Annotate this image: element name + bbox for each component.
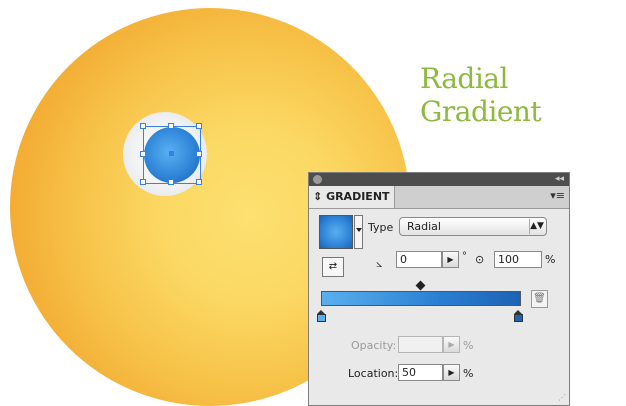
handle-right[interactable] [196, 151, 202, 157]
type-select-value: Radial [407, 220, 441, 233]
angle-icon: ⦣ [376, 257, 383, 270]
resize-grip-icon[interactable]: ⋰ [558, 393, 566, 402]
handle-bottom[interactable] [168, 179, 174, 185]
opacity-dropdown-button[interactable]: ▶ [443, 336, 460, 353]
handle-bottom-left[interactable] [140, 179, 146, 185]
location-label: Location: [348, 367, 399, 380]
handle-top-right[interactable] [196, 123, 202, 129]
trash-icon[interactable]: 🗑 [531, 290, 548, 308]
reverse-gradient-icon[interactable]: ⇄ [322, 257, 344, 277]
aspect-ratio-input[interactable]: 100 [494, 251, 542, 268]
angle-dropdown-button[interactable]: ▶ [442, 251, 459, 268]
location-dropdown-button[interactable]: ▶ [443, 364, 460, 381]
swatch-dropdown-button[interactable] [354, 215, 363, 249]
handle-bottom-right[interactable] [196, 179, 202, 185]
select-arrows-icon: ▲▼ [529, 219, 544, 234]
opacity-input[interactable] [398, 336, 443, 353]
opacity-unit: % [463, 339, 474, 352]
gradient-panel: ◂◂ ⇕ GRADIENT ▾≡ Type Radial ▲▼ ⇄ ⦣ 0 ▶ … [308, 172, 570, 406]
center-point [169, 151, 174, 156]
gradient-stop-left[interactable] [317, 310, 326, 322]
panel-tab-row: ⇕ GRADIENT ▾≡ [309, 186, 569, 209]
close-icon[interactable] [313, 175, 322, 184]
panel-titlebar[interactable]: ◂◂ [309, 173, 569, 186]
page-heading: Radial Gradient [420, 62, 542, 128]
handle-top[interactable] [168, 123, 174, 129]
location-input[interactable]: 50 [398, 364, 443, 381]
opacity-label: Opacity: [351, 339, 397, 352]
degree-sign: ° [462, 251, 467, 262]
type-label: Type [368, 221, 394, 234]
gradient-swatch[interactable] [319, 215, 353, 249]
angle-input[interactable]: 0 [396, 251, 442, 268]
aspect-ratio-icon: ⊙ [475, 253, 485, 266]
type-select[interactable]: Radial ▲▼ [399, 217, 547, 236]
tab-gradient-label: GRADIENT [326, 190, 390, 203]
gradient-stop-right[interactable] [514, 310, 523, 322]
collapse-icon[interactable]: ◂◂ [555, 173, 564, 186]
panel-menu-icon[interactable]: ▾≡ [550, 189, 565, 202]
gradient-midpoint-diamond[interactable] [415, 280, 426, 291]
tab-sort-icon: ⇕ [313, 190, 323, 203]
location-unit: % [463, 367, 474, 380]
handle-top-left[interactable] [140, 123, 146, 129]
tab-gradient[interactable]: ⇕ GRADIENT [309, 186, 395, 208]
handle-left[interactable] [140, 151, 146, 157]
aspect-unit: % [545, 253, 556, 266]
gradient-ramp[interactable] [321, 291, 521, 306]
